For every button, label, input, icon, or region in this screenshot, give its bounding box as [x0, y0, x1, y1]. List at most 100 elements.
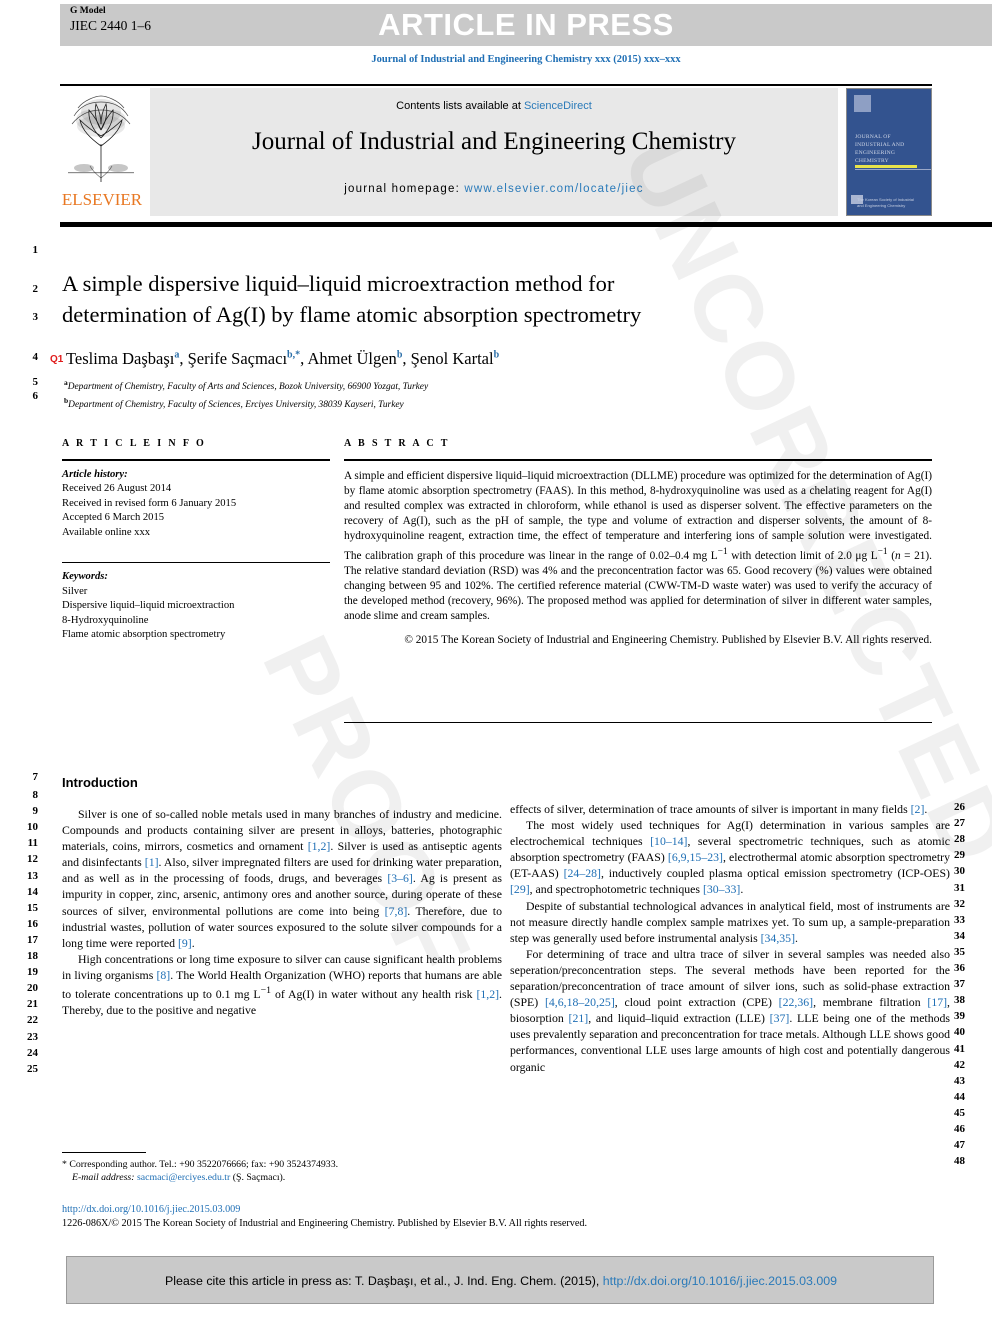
- doi-link[interactable]: http://dx.doi.org/10.1016/j.jiec.2015.03…: [62, 1203, 822, 1217]
- body-paragraph: Despite of substantial technological adv…: [510, 898, 950, 945]
- query-marker-q1[interactable]: Q1: [50, 354, 63, 365]
- contents-prefix: Contents lists available at: [396, 100, 524, 112]
- line-number: 28: [954, 833, 965, 845]
- line-number: 35: [954, 946, 965, 958]
- journal-masthead: ELSEVIER Contents lists available at Sci…: [60, 86, 932, 219]
- article-in-press-band: ARTICLE IN PRESS: [60, 4, 992, 46]
- citation-reference[interactable]: [1,2]: [476, 987, 499, 1001]
- journal-homepage-line: journal homepage: www.elsevier.com/locat…: [150, 183, 838, 195]
- citation-reference[interactable]: [22,36]: [779, 995, 813, 1009]
- email-link[interactable]: sacmaci@erciyes.edu.tr: [137, 1172, 230, 1183]
- citation-reference[interactable]: [21]: [569, 1011, 589, 1025]
- line-number: 15: [27, 902, 38, 914]
- keywords-rule: [62, 562, 330, 564]
- article-history-item: Received 26 August 2014: [62, 483, 172, 495]
- masthead-panel: Contents lists available at ScienceDirec…: [150, 88, 838, 216]
- citation-reference[interactable]: [29]: [510, 882, 530, 896]
- keywords-label: Keywords:: [62, 571, 108, 583]
- citation-reference[interactable]: [6,9,15–23]: [668, 850, 723, 864]
- line-number: 33: [954, 914, 965, 926]
- footnote-rule: [62, 1152, 146, 1153]
- keyword-item: Flame atomic absorption spectrometry: [62, 629, 226, 641]
- homepage-url-link[interactable]: www.elsevier.com/locate/jiec: [464, 183, 643, 195]
- cite-text-prefix: Please cite this article in press as: T.…: [165, 1274, 603, 1288]
- email-label: E-mail address:: [72, 1172, 137, 1184]
- article-history-label: Article history:: [62, 468, 128, 480]
- author-name: Şenol Kartal: [410, 349, 494, 368]
- citation-reference[interactable]: [24–28]: [564, 866, 601, 880]
- line-number: 27: [954, 817, 965, 829]
- cover-society-name: The Korean Society of Industrial and Eng…: [857, 197, 914, 208]
- cite-doi-link[interactable]: http://dx.doi.org/10.1016/j.jiec.2015.03…: [603, 1274, 837, 1288]
- line-number: 42: [954, 1059, 965, 1071]
- citation-reference[interactable]: [1]: [145, 855, 159, 869]
- body-paragraph: For determining of trace and ultra trace…: [510, 946, 950, 1074]
- abstract-bottom-rule: [344, 722, 932, 724]
- line-number: 38: [954, 994, 965, 1006]
- line-number: 25: [27, 1063, 38, 1075]
- line-number: 9: [32, 805, 39, 817]
- article-history-item: Accepted 6 March 2015: [62, 512, 165, 524]
- body-column-left: Silver is one of so-called noble metals …: [62, 806, 502, 1018]
- journal-cover-thumbnail: JOURNAL OF INDUSTRIAL AND ENGINEERING CH…: [846, 88, 932, 216]
- author-affiliation-mark: b,*: [287, 349, 301, 361]
- body-paragraph: The most widely used techniques for Ag(I…: [510, 818, 951, 897]
- keyword-items: Silver Dispersive liquid–liquid microextr…: [62, 585, 330, 643]
- citation-reference[interactable]: [8]: [156, 968, 170, 982]
- line-number: 30: [954, 865, 965, 877]
- author-affiliation-mark: a: [174, 349, 180, 361]
- citation-reference[interactable]: [10–14]: [650, 834, 687, 848]
- citation-reference[interactable]: [30–33]: [703, 882, 740, 896]
- affiliation-list: aDepartment of Chemistry, Faculty of Art…: [64, 376, 684, 412]
- affiliation-item: bDepartment of Chemistry, Faculty of Sci…: [64, 396, 404, 411]
- author-name: Ahmet Ülgen: [307, 349, 397, 368]
- g-model-block: G Model JIEC 2440 1–6: [70, 6, 151, 35]
- author-list: Teslima Daşbaşıa, Şerife Saçmacıb,*, Ahm…: [66, 349, 500, 368]
- citation-reference[interactable]: [17]: [927, 995, 947, 1009]
- citation-reference[interactable]: [34,35]: [761, 931, 795, 945]
- citation-reference[interactable]: [4,6,18–20,25]: [545, 995, 615, 1009]
- article-info-block: A R T I C L E I N F O Article history: R…: [62, 438, 330, 643]
- citation-reference[interactable]: [7,8]: [385, 904, 408, 918]
- citation-reference[interactable]: [2]: [911, 802, 925, 816]
- line-number: 37: [954, 978, 965, 990]
- author-affiliation-mark: b: [493, 349, 500, 361]
- line-number: 7: [32, 771, 39, 783]
- line-number: 1: [32, 244, 39, 256]
- line-number: 14: [27, 886, 38, 898]
- author-name: Şerife Saçmacı: [187, 349, 288, 368]
- line-number: 6: [32, 390, 39, 402]
- email-suffix: (Ş. Saçmacı).: [230, 1172, 286, 1184]
- page-title: A simple dispersive liquid–liquid microe…: [62, 268, 782, 330]
- line-number: 11: [27, 837, 38, 849]
- citation-reference[interactable]: [3–6]: [387, 871, 413, 885]
- title-line-2: determination of Ag(I) by flame atomic a…: [62, 302, 642, 327]
- keyword-item: Dispersive liquid–liquid microextraction: [62, 600, 235, 612]
- abstract-copyright: © 2015 The Korean Society of Industrial …: [404, 634, 932, 647]
- journal-reference-line: Journal of Industrial and Engineering Ch…: [371, 54, 681, 65]
- abstract-heading: A B S T R A C T: [344, 438, 450, 449]
- cite-this-article-text: Please cite this article in press as: T.…: [67, 1257, 935, 1305]
- citation-reference[interactable]: [9]: [178, 936, 192, 950]
- article-info-rule: [62, 459, 330, 461]
- abstract-rule: [344, 459, 932, 461]
- title-line-1: A simple dispersive liquid–liquid microe…: [62, 271, 615, 296]
- line-number: 2: [32, 283, 39, 295]
- keyword-item: 8-Hydroxyquinoline: [62, 614, 149, 626]
- abstract-text: A simple and efficient dispersive liquid…: [344, 469, 932, 623]
- corresponding-author-note: * Corresponding author. Tel.: +90 352207…: [62, 1159, 339, 1170]
- author-affiliation-mark: b: [396, 349, 403, 361]
- line-number: 34: [954, 930, 965, 942]
- line-number: 20: [27, 982, 38, 994]
- citation-reference[interactable]: [37]: [770, 1011, 790, 1025]
- g-model-label: G Model: [70, 6, 106, 16]
- sciencedirect-link[interactable]: ScienceDirect: [524, 100, 592, 112]
- homepage-label: journal homepage:: [344, 183, 465, 195]
- citation-reference[interactable]: [1,2]: [308, 839, 331, 853]
- line-number: 22: [27, 1014, 38, 1026]
- contents-lists-line: Contents lists available at ScienceDirec…: [150, 100, 838, 112]
- line-number: 16: [27, 918, 38, 930]
- line-number: 23: [27, 1031, 38, 1043]
- article-history-item: Available online xxx: [62, 526, 151, 538]
- cite-this-article-box: Please cite this article in press as: T.…: [66, 1256, 934, 1304]
